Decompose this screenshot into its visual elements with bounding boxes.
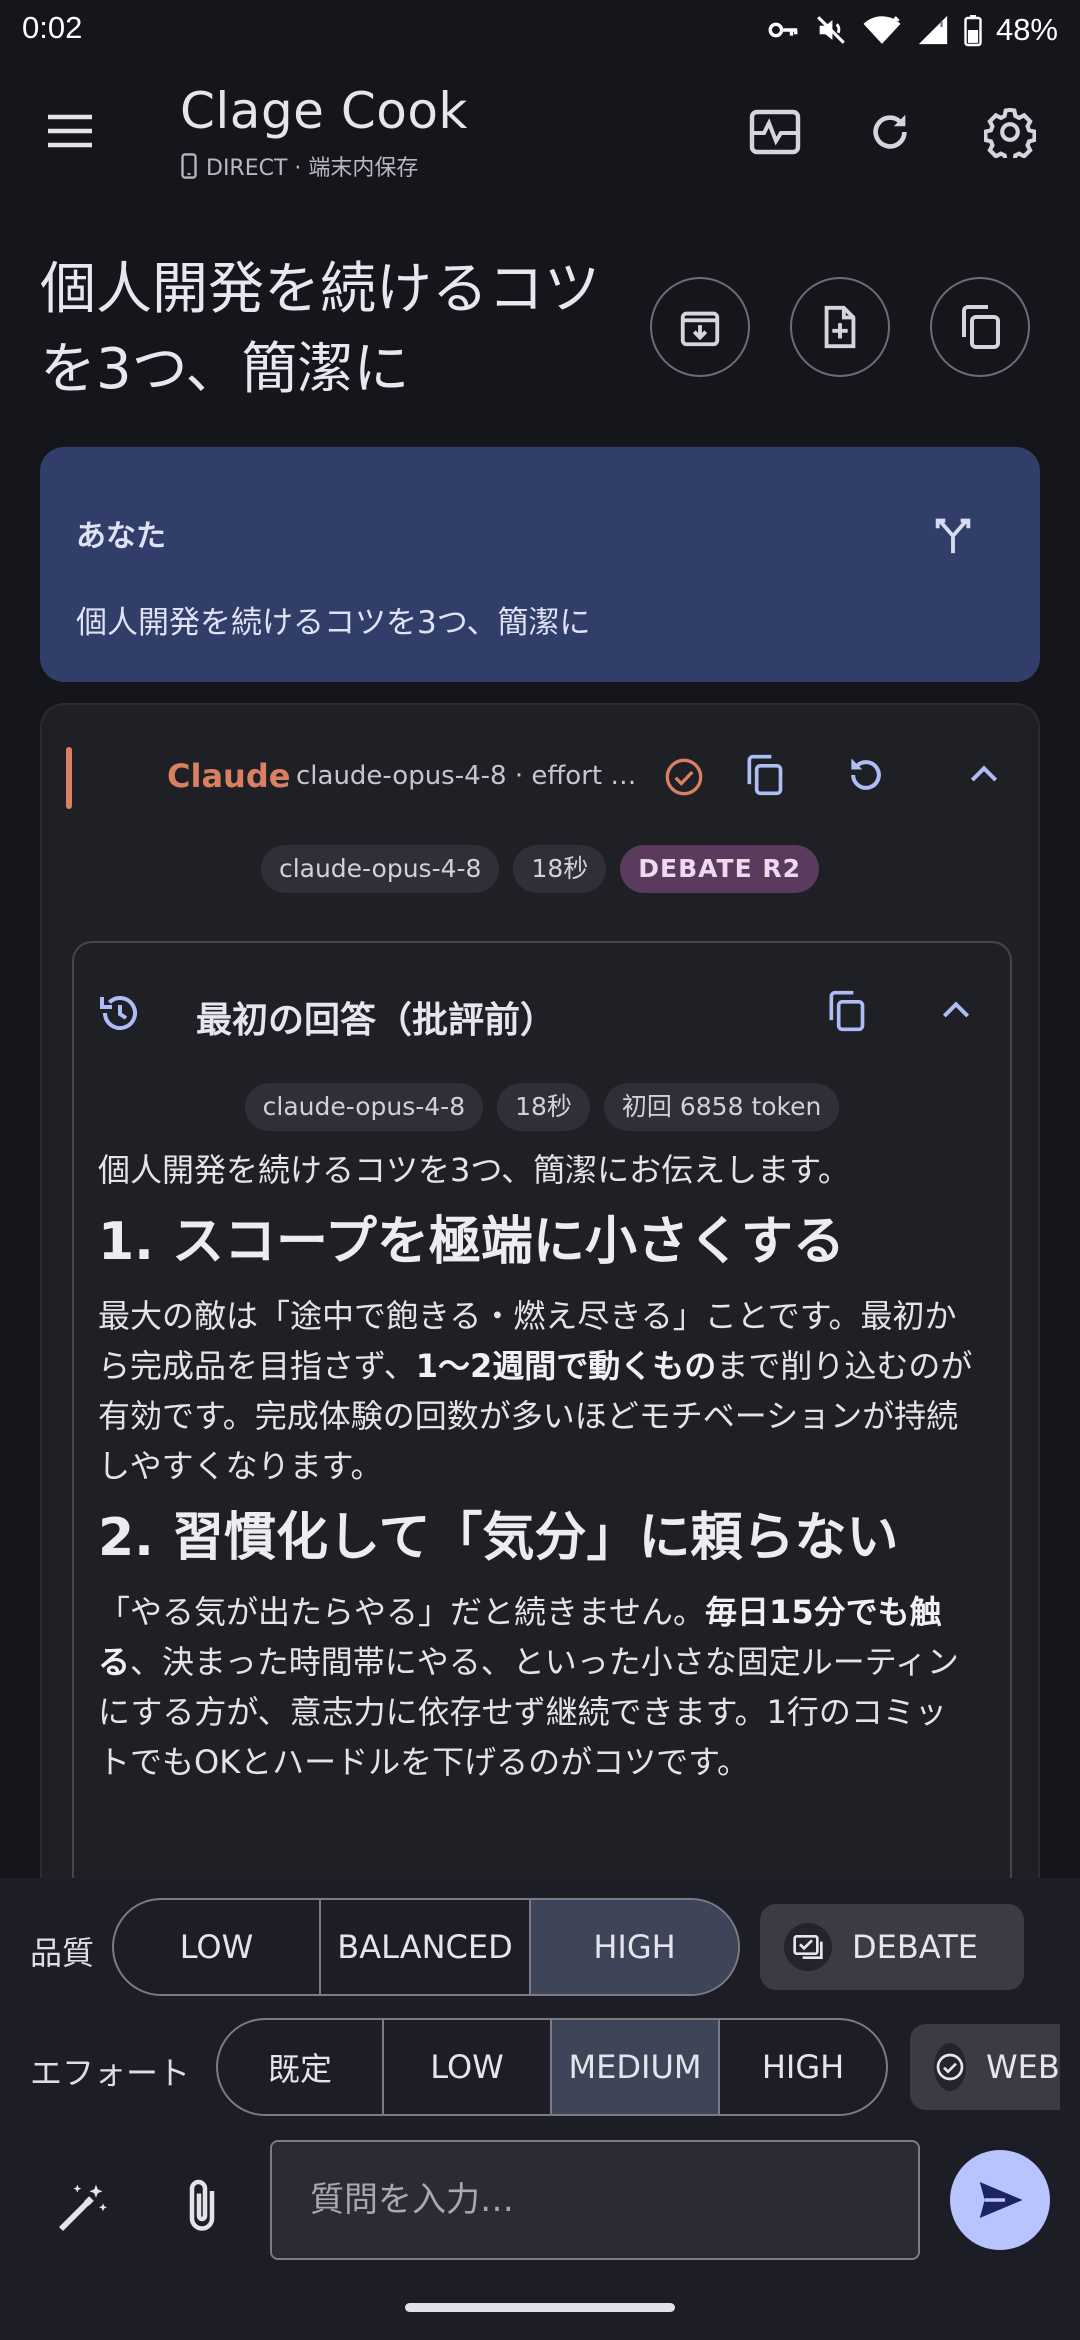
magic-wand-icon[interactable] xyxy=(46,2172,118,2244)
model-chip: claude-opus-4-8 xyxy=(260,845,500,893)
status-icons: 48% xyxy=(766,12,1058,48)
new-document-icon xyxy=(817,304,863,350)
status-time: 0:02 xyxy=(22,10,83,45)
question-input[interactable] xyxy=(270,2140,920,2260)
refresh-icon[interactable] xyxy=(850,92,930,172)
debate-icon xyxy=(784,1923,832,1971)
app-subtitle-text: DIRECT · 端末内保存 xyxy=(206,156,419,181)
user-message-card: あなた 個人開発を続けるコツを3つ、簡潔に xyxy=(40,447,1040,682)
effort-option-low[interactable]: LOW xyxy=(384,2020,553,2114)
answer-paragraph-2: 「やる気が出たらやる」だと続きません。毎日15分でも触る、決まった時間帯にやる、… xyxy=(98,1593,959,1781)
chevron-up-icon xyxy=(936,991,976,1031)
app-subtitle: DIRECT · 端末内保存 xyxy=(180,150,418,182)
history-icon xyxy=(96,989,144,1037)
effort-selector: 既定 LOW MEDIUM HIGH xyxy=(216,2018,888,2116)
regenerate-icon xyxy=(844,753,888,797)
user-message-text: 個人開発を続けるコツを3つ、簡潔に xyxy=(76,605,591,641)
assistant-meta-chips: claude-opus-4-8 18秒 DEBATE R2 xyxy=(42,845,1038,893)
copy-initial-answer-button[interactable] xyxy=(824,989,868,1033)
collapse-button[interactable] xyxy=(964,755,1004,795)
answer-intro: 個人開発を続けるコツを3つ、簡潔にお伝えします。 xyxy=(98,1151,850,1189)
question-input-field[interactable] xyxy=(272,2142,918,2258)
user-label: あなた xyxy=(76,519,166,554)
assistant-name: Claude xyxy=(167,757,291,795)
assistant-model-effort: claude-opus-4-8 · effort … xyxy=(296,761,637,791)
answer-heading-1: 1. スコープを極端に小さくする xyxy=(98,1212,845,1272)
effort-option-high[interactable]: HIGH xyxy=(720,2020,886,2114)
model-chip: claude-opus-4-8 xyxy=(244,1083,484,1131)
initial-answer-card: 最初の回答（批評前） claude-opus-4-8 18秒 初回 6858 t… xyxy=(72,941,1012,1941)
status-bar: 0:02 48% xyxy=(0,0,1080,64)
send-button[interactable] xyxy=(950,2150,1050,2250)
activity-icon[interactable] xyxy=(735,92,815,172)
initial-answer-title: 最初の回答（批評前） xyxy=(196,1000,557,1041)
initial-answer-chips: claude-opus-4-8 18秒 初回 6858 token xyxy=(74,1083,1010,1131)
quality-option-low[interactable]: LOW xyxy=(114,1900,321,1994)
effort-label: エフォート xyxy=(30,2054,191,2092)
vpn-key-icon xyxy=(766,13,800,47)
debate-round-chip: DEBATE R2 xyxy=(620,845,820,893)
settings-icon[interactable] xyxy=(970,92,1050,172)
answer-paragraph-1: 最大の敵は「途中で飽きる・燃え尽きる」ことです。最初から完成品を目指さず、1〜2… xyxy=(98,1297,973,1485)
menu-icon[interactable] xyxy=(30,96,110,166)
debate-label: DEBATE xyxy=(852,1928,978,1966)
composer-panel: 品質 LOW BALANCED HIGH DEBATE エフォート 既定 LOW… xyxy=(0,1878,1080,2340)
copy-icon xyxy=(824,989,868,1033)
time-chip: 18秒 xyxy=(513,845,607,893)
check-circle-icon xyxy=(664,757,704,797)
copy-icon xyxy=(742,753,786,797)
web-label: WEB xyxy=(986,2048,1060,2086)
chevron-up-icon xyxy=(964,755,1004,795)
fork-icon[interactable] xyxy=(930,511,976,557)
copy-icon xyxy=(956,303,1004,351)
assistant-accent-bar xyxy=(66,747,72,809)
effort-option-default[interactable]: 既定 xyxy=(218,2020,385,2114)
answer-heading-2: 2. 習慣化して「気分」に頼らない xyxy=(98,1508,899,1568)
attach-icon[interactable] xyxy=(166,2166,238,2246)
collapse-initial-answer-button[interactable] xyxy=(936,991,976,1031)
copy-response-button[interactable] xyxy=(742,753,786,797)
quality-label: 品質 xyxy=(30,1934,95,1972)
battery-percent: 48% xyxy=(995,12,1058,47)
wifi-icon xyxy=(862,13,902,47)
check-icon xyxy=(934,2043,966,2091)
initial-answer-content: 個人開発を続けるコツを3つ、簡潔にお伝えします。 1. スコープを極端に小さくす… xyxy=(98,1145,978,1787)
home-indicator xyxy=(405,2303,675,2312)
token-chip: 初回 6858 token xyxy=(603,1083,840,1131)
app-title: Clage Cook xyxy=(180,82,468,140)
assistant-message-card: Claude claude-opus-4-8 · effort … claude… xyxy=(40,703,1040,1941)
regenerate-button[interactable] xyxy=(844,753,888,797)
mute-icon xyxy=(814,13,848,47)
web-toggle[interactable]: WEB xyxy=(910,2024,1060,2110)
new-document-button[interactable] xyxy=(790,277,890,377)
quality-selector: LOW BALANCED HIGH xyxy=(112,1898,740,1996)
effort-option-medium[interactable]: MEDIUM xyxy=(552,2020,721,2114)
signal-icon xyxy=(916,13,950,47)
phone-icon xyxy=(180,153,198,179)
copy-conversation-button[interactable] xyxy=(930,277,1030,377)
battery-icon xyxy=(964,13,982,47)
archive-icon xyxy=(677,304,723,350)
quality-option-high[interactable]: HIGH xyxy=(531,1900,738,1994)
time-chip: 18秒 xyxy=(497,1083,590,1131)
send-icon xyxy=(973,2173,1027,2227)
quality-option-balanced[interactable]: BALANCED xyxy=(321,1900,531,1994)
archive-button[interactable] xyxy=(650,277,750,377)
conversation-title: 個人開発を続けるコツを3つ、簡潔に xyxy=(40,257,600,402)
debate-toggle[interactable]: DEBATE xyxy=(760,1904,1024,1990)
